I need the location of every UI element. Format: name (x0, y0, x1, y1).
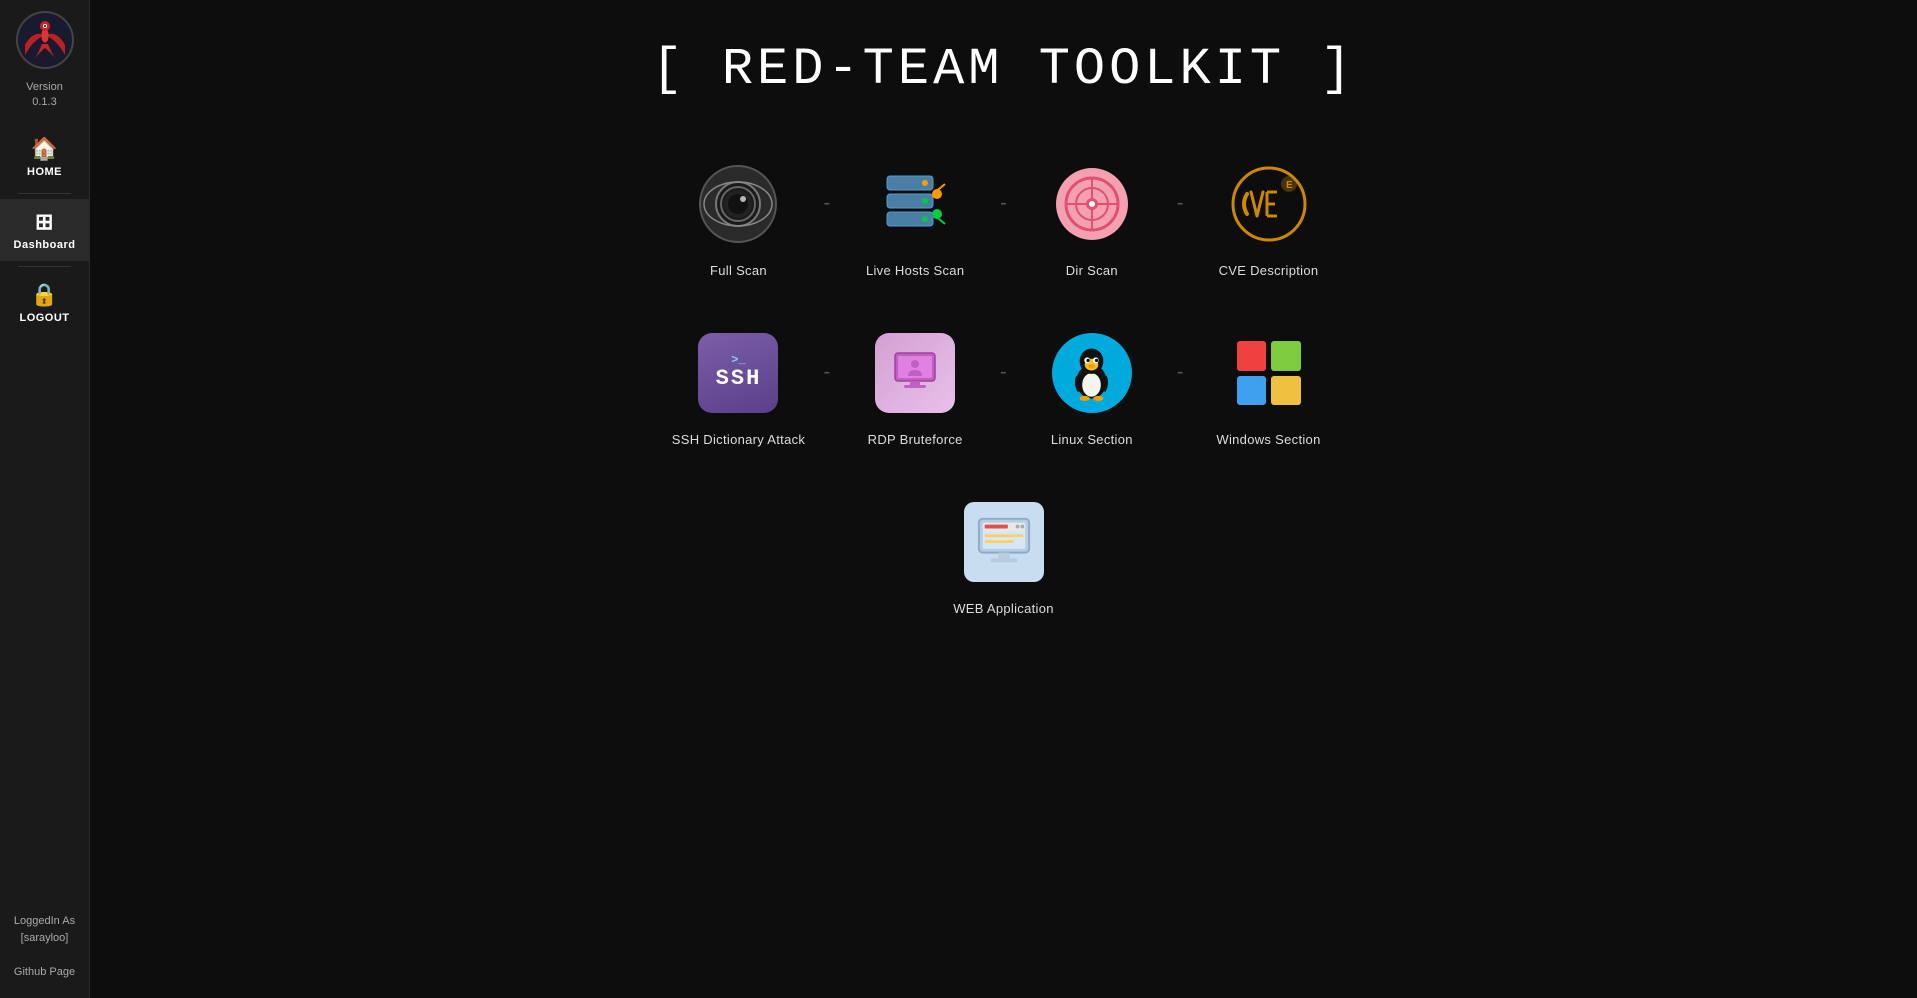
tool-web-application[interactable]: WEB Application (924, 477, 1084, 636)
cve-description-icon: E (1224, 159, 1314, 249)
github-link[interactable]: Github Page (14, 956, 75, 988)
live-hosts-scan-label: Live Hosts Scan (866, 263, 964, 278)
rdp-bruteforce-label: RDP Bruteforce (868, 432, 963, 447)
tool-ssh-dictionary-attack[interactable]: >_ SSH SSH Dictionary Attack (658, 308, 818, 467)
tools-row-2: >_ SSH SSH Dictionary Attack - (658, 308, 1348, 467)
tool-windows-section[interactable]: Windows Section (1189, 308, 1349, 467)
user-info: LoggedIn As [sarayloo] (9, 903, 80, 956)
sidebar-item-logout[interactable]: 🔒 LOGOUT (0, 272, 89, 334)
linux-section-label: Linux Section (1051, 432, 1133, 447)
full-scan-label: Full Scan (710, 263, 767, 278)
separator-3: - (1172, 192, 1189, 215)
separator-6: - (1172, 361, 1189, 384)
separator-2: - (995, 192, 1012, 215)
tools-row-3: WEB Application (924, 477, 1084, 636)
version-label: Version 0.1.3 (26, 80, 63, 111)
tools-grid: Full Scan - (90, 119, 1917, 686)
rdp-bruteforce-icon (870, 328, 960, 418)
sidebar-item-home[interactable]: 🏠 HOME (0, 126, 89, 188)
tools-row-1: Full Scan - (658, 139, 1348, 298)
linux-section-icon (1047, 328, 1137, 418)
tool-linux-section[interactable]: Linux Section (1012, 308, 1172, 467)
windows-section-icon (1224, 328, 1314, 418)
tool-full-scan[interactable]: Full Scan (658, 139, 818, 298)
sidebar-divider-2 (18, 266, 71, 267)
windows-section-label: Windows Section (1216, 432, 1320, 447)
dir-scan-icon (1047, 159, 1137, 249)
dashboard-icon: ⊞ (35, 209, 54, 235)
cve-description-label: CVE Description (1219, 263, 1319, 278)
separator-1: - (818, 192, 835, 215)
dir-scan-label: Dir Scan (1066, 263, 1118, 278)
page-title: [ RED-TEAM TOOLKIT ] (90, 40, 1917, 99)
separator-5: - (995, 361, 1012, 384)
tool-live-hosts-scan[interactable]: Live Hosts Scan (835, 139, 995, 298)
web-application-label: WEB Application (953, 601, 1054, 616)
separator-4: - (818, 361, 835, 384)
full-scan-icon (693, 159, 783, 249)
sidebar-divider (18, 193, 71, 194)
page-header: [ RED-TEAM TOOLKIT ] (90, 0, 1917, 119)
sidebar-item-dashboard[interactable]: ⊞ Dashboard (0, 199, 89, 261)
tool-rdp-bruteforce[interactable]: RDP Bruteforce (835, 308, 995, 467)
ssh-dictionary-attack-label: SSH Dictionary Attack (672, 432, 805, 447)
sidebar: Version 0.1.3 🏠 HOME ⊞ Dashboard 🔒 LOGOU… (0, 0, 90, 998)
live-hosts-scan-icon (870, 159, 960, 249)
svg-text:E: E (1286, 180, 1293, 191)
main-content: [ RED-TEAM TOOLKIT ] (90, 0, 1917, 998)
tool-dir-scan[interactable]: Dir Scan (1012, 139, 1172, 298)
logout-icon: 🔒 (31, 282, 59, 308)
ssh-dictionary-attack-icon: >_ SSH (693, 328, 783, 418)
app-logo (15, 10, 75, 70)
home-icon: 🏠 (31, 136, 59, 162)
tool-cve-description[interactable]: E CVE Description (1189, 139, 1349, 298)
web-application-icon (959, 497, 1049, 587)
